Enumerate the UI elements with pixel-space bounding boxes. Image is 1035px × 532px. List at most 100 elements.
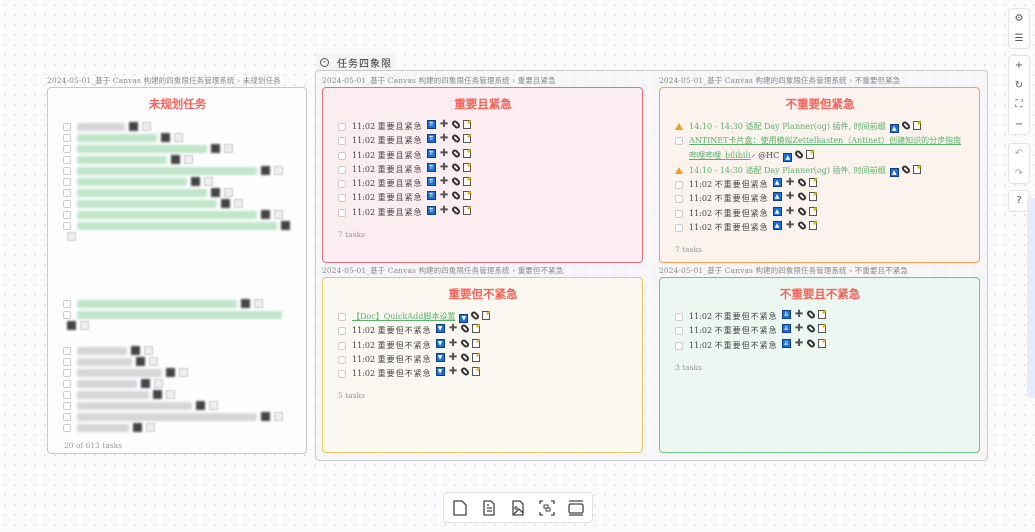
task-checkbox[interactable] [338,355,346,364]
collapse-icon[interactable]: - [320,58,329,67]
task-checkbox[interactable] [63,178,71,186]
add-media-icon[interactable] [509,499,527,517]
task-checkbox[interactable] [675,195,683,204]
zoom-out-icon[interactable]: − [1009,115,1029,135]
task-checkbox[interactable] [63,200,71,208]
task-checkbox[interactable] [675,209,683,218]
new-card-icon[interactable] [451,499,469,517]
task-checkbox[interactable] [63,134,71,142]
unplanned-card[interactable]: 未规划任务 20 of 613 tasks [47,87,307,454]
task-checkbox[interactable] [338,327,346,336]
memo-icon[interactable] [808,206,817,216]
link-icon[interactable] [796,205,807,217]
task-checkbox[interactable] [63,358,71,366]
memo-icon[interactable] [808,192,817,202]
memo-icon[interactable] [462,134,471,144]
task-checkbox[interactable] [63,347,71,355]
memo-icon[interactable] [912,164,921,174]
frame-icon[interactable] [567,499,585,517]
memo-icon[interactable] [806,149,815,159]
memo-icon[interactable] [471,324,480,334]
reset-icon[interactable]: ↻ [1009,76,1029,96]
task-checkbox[interactable] [338,123,346,131]
task-checkbox[interactable] [675,341,683,350]
memo-icon[interactable] [471,367,480,377]
task-checkbox[interactable] [63,391,71,399]
link-icon[interactable] [450,204,461,216]
task-checkbox[interactable] [675,137,683,146]
task-checkbox[interactable] [63,369,71,377]
memo-icon[interactable] [462,148,471,158]
memo-icon[interactable] [471,338,480,348]
fit-icon[interactable]: ⛶ [1009,95,1029,115]
memo-icon[interactable] [808,178,817,188]
help-icon[interactable]: ? [1009,191,1029,211]
link-icon[interactable] [459,366,470,377]
quadrant-card[interactable]: 不重要但紧急 14:10 - 14:30 适配 Day Planner(og) 插… [659,87,980,263]
task-checkbox[interactable] [675,224,683,233]
memo-icon[interactable] [462,162,471,172]
quadrant-card[interactable]: 重要但不紧急 【Doc】QuickAdd脚本设置 ▼ 11:02 重要但不紧急 ▼ ✚ 11… [322,277,643,453]
task-checkbox[interactable] [675,181,683,190]
link-icon[interactable] [805,309,816,320]
memo-icon[interactable] [817,324,826,334]
link-icon[interactable] [450,133,461,145]
task-text[interactable]: 【Doc】QuickAdd脚本设置 [352,312,455,321]
memo-icon[interactable] [462,177,471,187]
link-icon[interactable] [900,120,911,131]
undo-icon[interactable]: ↶ [1009,144,1029,164]
task-checkbox[interactable] [338,151,346,160]
memo-icon[interactable] [912,121,921,130]
memo-icon[interactable] [817,310,826,319]
redo-icon[interactable]: ↷ [1009,164,1029,184]
link-icon[interactable] [450,162,461,173]
task-checkbox[interactable] [63,123,71,131]
link-icon[interactable] [459,337,470,349]
task-checkbox[interactable] [338,165,346,174]
link-icon[interactable] [805,323,816,335]
link-icon[interactable] [450,190,461,202]
task-checkbox[interactable] [338,180,346,189]
task-checkbox[interactable] [63,156,71,164]
task-checkbox[interactable] [675,313,683,321]
link-icon[interactable] [450,176,461,187]
link-icon[interactable] [793,148,805,160]
task-checkbox[interactable] [63,189,71,197]
task-text[interactable]: ANTINET卡片盒：使用模拟Zettelkasten（Antinet）创建知识… [689,136,961,159]
memo-icon[interactable] [462,120,471,129]
task-checkbox[interactable] [63,402,71,410]
link-icon[interactable] [459,352,470,363]
memo-icon[interactable] [462,205,471,215]
task-checkbox[interactable] [63,222,71,230]
task-checkbox[interactable] [63,211,71,219]
quadrant-card[interactable]: 重要且紧急 11:02 重要且紧急 ⇈ ✚ 11:02 重要且紧急 ⇈ ✚ 11:02 重要且… [322,87,643,263]
task-checkbox[interactable] [675,327,683,336]
scrollbar[interactable] [1027,198,1035,398]
link-icon[interactable] [796,191,807,203]
new-note-icon[interactable] [480,499,498,517]
task-checkbox[interactable] [63,424,71,432]
group-icon[interactable] [538,499,556,517]
zoom-in-icon[interactable]: + [1009,56,1029,76]
task-checkbox[interactable] [63,145,71,153]
link-icon[interactable] [796,220,807,231]
link-icon[interactable] [796,177,807,188]
link-icon[interactable] [470,310,481,321]
task-checkbox[interactable] [338,137,346,146]
memo-icon[interactable] [808,221,817,231]
task-checkbox[interactable] [338,370,346,379]
memo-icon[interactable] [817,338,826,348]
memo-icon[interactable] [471,352,480,362]
link-icon[interactable] [450,147,461,159]
memo-icon[interactable] [482,311,491,320]
task-checkbox[interactable] [63,311,71,319]
task-checkbox[interactable] [338,313,346,321]
settings-icon[interactable]: ⚙ [1009,9,1029,29]
group-title[interactable]: - 任务四象限 [316,54,396,71]
task-checkbox[interactable] [338,208,346,217]
link-icon[interactable] [900,164,911,175]
link-icon[interactable] [805,337,816,349]
task-checkbox[interactable] [338,194,346,203]
task-checkbox[interactable] [63,413,71,421]
link-icon[interactable] [450,119,461,130]
